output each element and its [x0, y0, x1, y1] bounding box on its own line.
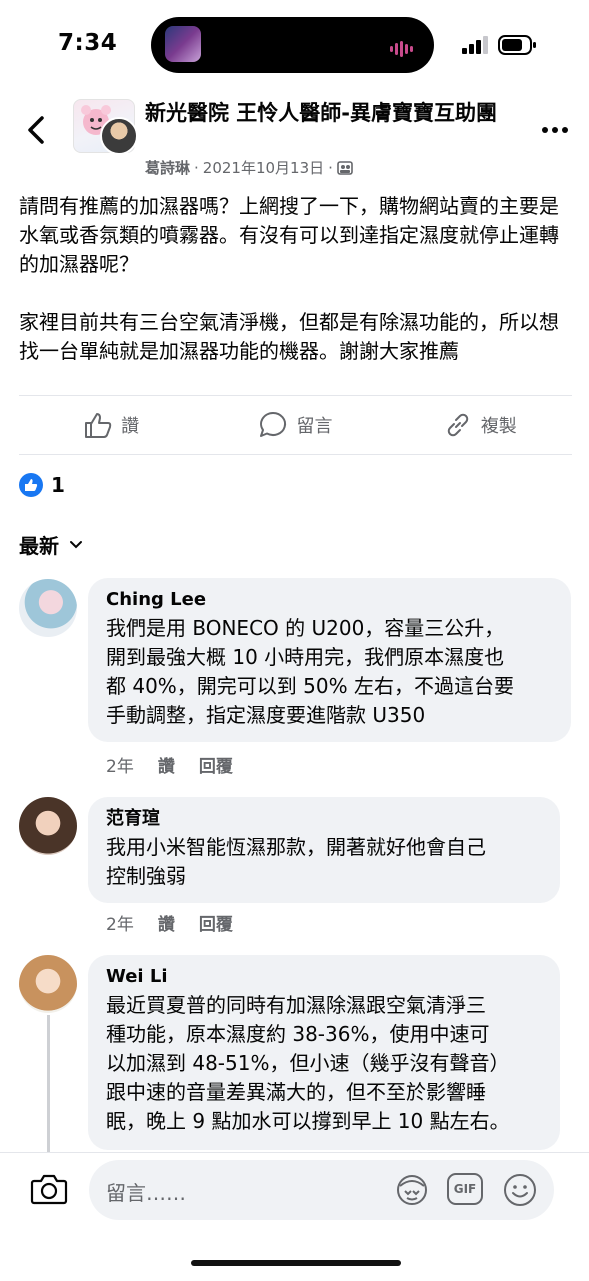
status-time: 7:34 [58, 30, 118, 56]
comment-bubble: Ching Lee 我們是用 BONECO 的 U200，容量三公升， 開到最強… [88, 578, 571, 742]
group-privacy-icon [337, 160, 353, 175]
now-playing-artwork [165, 26, 201, 62]
back-button[interactable] [20, 113, 54, 147]
post-text: 請問有推薦的加濕器嗎？上網搜了一下，購物網站賣的主要是水氧或香氛類的噴霧器。有沒… [19, 192, 574, 395]
more-options-icon[interactable] [540, 120, 570, 140]
comment-line: 控制強弱 [106, 864, 186, 888]
gif-button[interactable]: GIF [447, 1173, 483, 1205]
commenter-avatar[interactable] [19, 579, 77, 637]
meta-separator: · [328, 158, 333, 177]
comment-line: 跟中速的音量差異滿大的，但不至於影響睡 [106, 1080, 486, 1104]
comment-time: 2年 [106, 757, 134, 777]
post-paragraph: 請問有推薦的加濕器嗎？上網搜了一下，購物網站賣的主要是水氧或香氛類的噴霧器。有沒… [19, 194, 559, 276]
commenter-name[interactable]: Wei Li [106, 965, 542, 989]
comment-footer: 2年 讚 回覆 [106, 910, 233, 935]
comment-reply-button[interactable]: 回覆 [199, 910, 233, 935]
avatar-sticker-icon[interactable] [394, 1172, 430, 1208]
reaction-summary[interactable]: 1 [19, 473, 65, 497]
comment-bubble: 范育瑄 我用小米智能恆濕那款，開著就好他會自己 控制強弱 [88, 797, 560, 903]
comment-line: 最近買夏普的同時有加濕除濕跟空氣清淨三 [106, 993, 486, 1017]
comment-reply-button[interactable]: 回覆 [199, 752, 233, 777]
camera-icon[interactable] [30, 1172, 68, 1206]
comment-label: 留言 [296, 416, 333, 437]
comment-line: 眠，晚上 9 點加水可以撐到早上 10 點左右。 [106, 1109, 510, 1133]
like-reaction-icon [19, 473, 43, 497]
divider [19, 454, 572, 455]
like-label: 讚 [121, 416, 140, 437]
thumbs-up-icon [85, 413, 112, 438]
author-name[interactable]: 葛詩琳 [145, 157, 190, 178]
comment-like-button[interactable]: 讚 [158, 910, 175, 935]
comment-line: 手動調整，指定濕度要進階款 U350 [106, 703, 426, 727]
battery-icon [498, 35, 536, 55]
comment-bubble-icon [260, 411, 287, 437]
chevron-down-icon [70, 540, 82, 548]
signal-icon [462, 36, 488, 54]
comment-button[interactable]: 留言 [203, 396, 387, 454]
home-indicator[interactable] [191, 1260, 401, 1266]
audio-waveform-icon [390, 41, 413, 57]
dynamic-island [151, 17, 434, 73]
gif-label: GIF [453, 1182, 477, 1196]
comment-bubble: Wei Li 最近買夏普的同時有加濕除濕跟空氣清淨三 種功能，原本濕度約 38-… [88, 955, 560, 1150]
group-title[interactable]: 新光醫院 王怜人醫師-異膚寶寶互助團 [145, 98, 500, 128]
sort-label: 最新 [19, 534, 59, 558]
comment-line: 開到最強大概 10 小時用完，我們原本濕度也 [106, 645, 505, 669]
post-date[interactable]: 2021年10月13日 [203, 157, 324, 178]
copy-label: 複製 [480, 416, 517, 437]
comment-line: 我用小米智能恆濕那款，開著就好他會自己 [106, 835, 486, 859]
commenter-avatar[interactable] [19, 797, 77, 855]
comment-line: 種功能，原本濕度約 38-36%，使用中速可 [106, 1022, 490, 1046]
reaction-count: 1 [51, 473, 65, 497]
post-meta: 葛詩琳 · 2021年10月13日 · [145, 157, 353, 178]
commenter-name[interactable]: 范育瑄 [106, 807, 542, 831]
copy-link-button[interactable]: 複製 [388, 396, 572, 454]
post-actions: 讚 留言 複製 [19, 396, 572, 454]
emoji-icon[interactable] [502, 1172, 538, 1208]
link-icon [447, 413, 469, 437]
comment-line: 以加濕到 48-51%，但小速（幾乎沒有聲音） [106, 1051, 510, 1075]
author-avatar[interactable] [100, 117, 138, 155]
post-paragraph: 家裡目前共有三台空氣清淨機，但都是有除濕功能的，所以想找一台單純就是加濕器功能的… [19, 310, 559, 363]
comment-sort-dropdown[interactable]: 最新 [19, 530, 83, 559]
like-button[interactable]: 讚 [19, 396, 203, 454]
comment-input-placeholder: 留言…… [106, 1181, 186, 1205]
reply-thread-line [47, 1015, 50, 1155]
comment-line: 我們是用 BONECO 的 U200，容量三公升， [106, 616, 505, 640]
meta-separator: · [194, 158, 199, 177]
comment-footer: 2年 讚 回覆 [106, 752, 233, 777]
comment-time: 2年 [106, 915, 134, 935]
commenter-name[interactable]: Ching Lee [106, 588, 553, 612]
comment-like-button[interactable]: 讚 [158, 752, 175, 777]
comment-line: 都 40%，開完可以到 50% 左右，不過這台要 [106, 674, 514, 698]
commenter-avatar[interactable] [19, 955, 77, 1013]
